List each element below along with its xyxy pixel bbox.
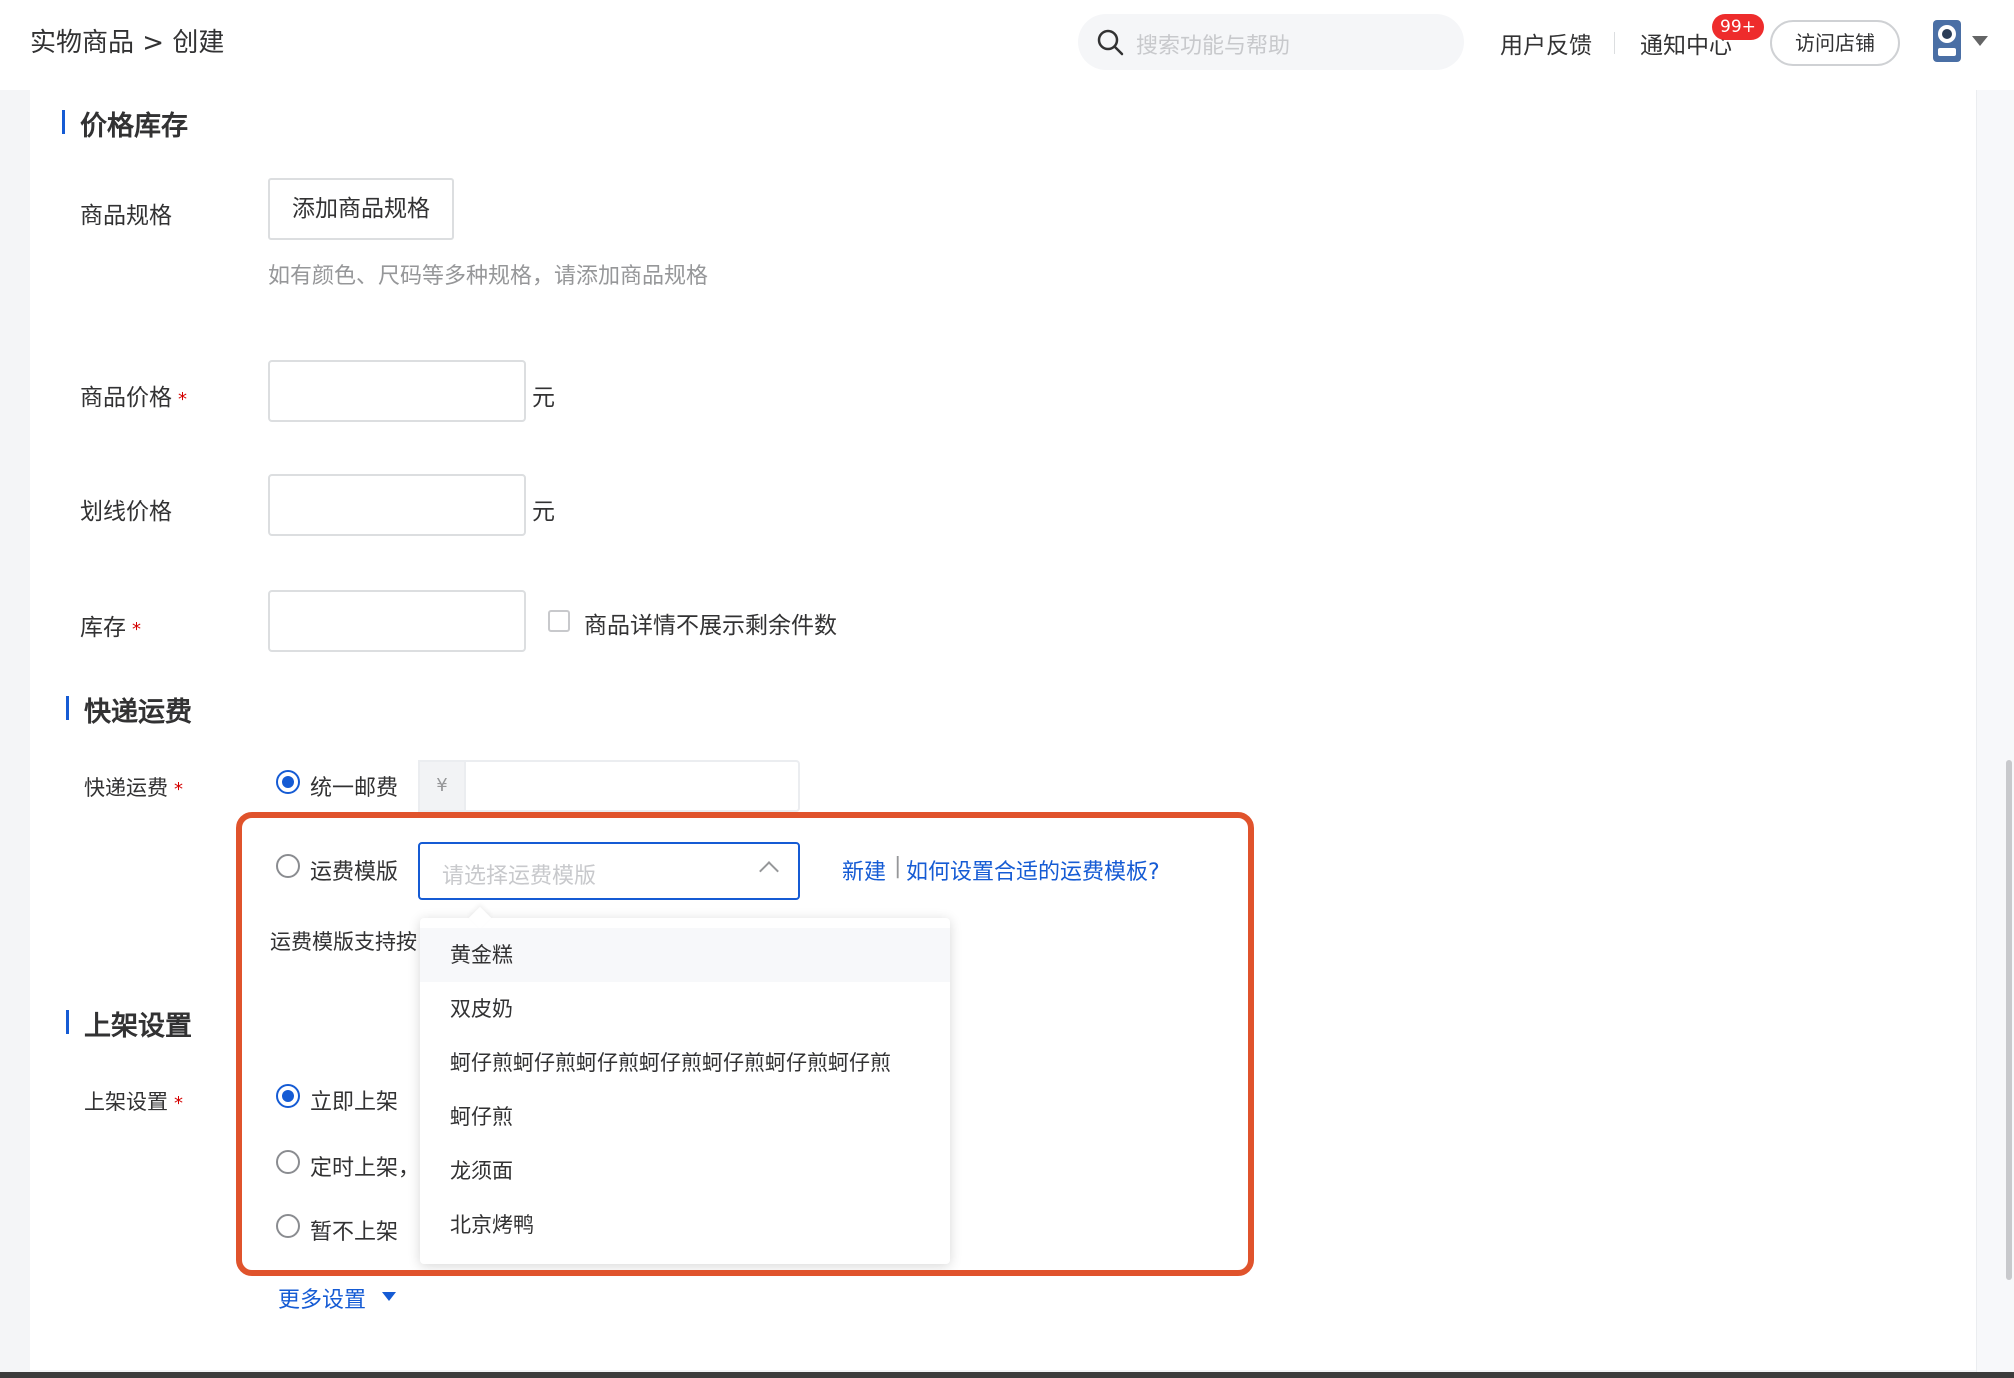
avatar[interactable] — [1930, 18, 1964, 64]
scrollbar-thumb[interactable] — [2006, 760, 2012, 1280]
search-input[interactable]: 搜索功能与帮助 — [1136, 28, 1290, 60]
more-settings-link[interactable]: 更多设置 — [278, 1282, 366, 1314]
radio-flat-shipping-label[interactable]: 统一邮费 — [310, 770, 398, 802]
notification-badge: 99+ — [1712, 14, 1764, 40]
search-icon — [1097, 29, 1124, 56]
section-accent-bar — [66, 1010, 69, 1034]
hide-stock-checkbox[interactable] — [548, 610, 570, 632]
section-accent-bar — [66, 696, 69, 720]
chevron-down-icon[interactable] — [382, 1292, 396, 1301]
required-mark: * — [132, 619, 141, 640]
spec-help-text: 如有颜色、尺码等多种规格，请添加商品规格 — [268, 264, 709, 289]
currency-prefix: ¥ — [418, 760, 464, 812]
section-accent-bar — [62, 110, 65, 134]
stock-input[interactable] — [268, 590, 526, 652]
shipping-label: 快递运费 * — [84, 772, 183, 802]
flat-shipping-input[interactable] — [464, 760, 800, 812]
section-title-price-stock: 价格库存 — [80, 111, 188, 142]
stock-label: 库存 * — [80, 608, 141, 642]
header-divider — [1614, 32, 1615, 54]
search-box[interactable]: 搜索功能与帮助 — [1078, 14, 1464, 70]
add-spec-button[interactable]: 添加商品规格 — [268, 178, 454, 240]
price-label-text: 商品价格 — [80, 385, 172, 411]
radio-flat-shipping[interactable] — [276, 770, 300, 794]
annotation-highlight-box — [236, 812, 1254, 1276]
strike-price-input[interactable] — [268, 474, 526, 536]
price-unit: 元 — [532, 385, 555, 411]
price-label: 商品价格 * — [80, 378, 187, 412]
visit-store-button[interactable]: 访问店铺 — [1770, 20, 1900, 66]
required-mark: * — [174, 1093, 183, 1114]
required-mark: * — [174, 779, 183, 800]
top-header: 实物商品 > 创建 搜索功能与帮助 用户反馈 通知中心 99+ 访问店铺 — [0, 0, 2014, 90]
bottom-border — [0, 1372, 2014, 1378]
strike-price-unit: 元 — [532, 499, 555, 525]
spec-label: 商品规格 — [80, 203, 172, 229]
price-input[interactable] — [268, 360, 526, 422]
strike-price-label: 划线价格 — [80, 499, 172, 525]
listing-label: 上架设置 * — [84, 1086, 183, 1116]
section-title-shipping: 快递运费 — [84, 697, 192, 728]
section-title-listing: 上架设置 — [84, 1011, 192, 1042]
chevron-down-icon[interactable] — [1972, 36, 1988, 46]
hide-stock-checkbox-label[interactable]: 商品详情不展示剩余件数 — [584, 606, 837, 640]
required-mark: * — [178, 389, 187, 410]
stock-label-text: 库存 — [80, 615, 126, 641]
breadcrumb: 实物商品 > 创建 — [30, 28, 225, 58]
shipping-label-text: 快递运费 — [84, 776, 168, 800]
listing-label-text: 上架设置 — [84, 1090, 168, 1114]
feedback-link[interactable]: 用户反馈 — [1500, 26, 1592, 60]
